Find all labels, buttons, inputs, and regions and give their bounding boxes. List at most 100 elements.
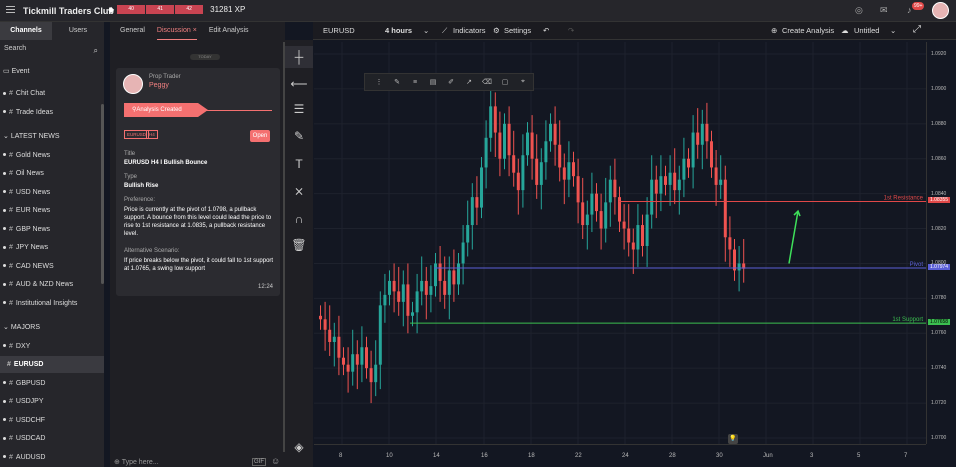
message-input[interactable]: ⊕ Type here... [114,458,159,466]
interval-selector[interactable]: 4 hours [385,26,412,35]
sidebar-channel[interactable]: # USDJPY [0,393,104,410]
tab-channels[interactable]: Channels [0,22,52,40]
drag-handle-icon[interactable]: ⋮ [370,78,388,86]
candle-body [516,172,520,191]
author-name[interactable]: Peggy [149,82,169,89]
search-icon[interactable]: ⌕ [94,46,98,56]
search-input[interactable]: Search ⌕ [4,45,100,58]
sidebar-channel[interactable]: # AUD & NZD News [0,276,104,293]
sidebar-channel[interactable]: # DXY [0,338,104,355]
fib-icon[interactable]: ☰ [285,98,313,120]
sidebar-channel[interactable]: # EUR News [0,202,104,219]
user-avatar[interactable] [932,2,949,19]
pen-icon[interactable]: ✎ [388,78,406,86]
price-chart[interactable]: 1st Resistance Pivot 1st Support [314,42,926,444]
hash-icon: # [7,361,11,368]
sidebar-channel[interactable]: # Trade Ideas [0,104,104,121]
pattern-icon[interactable]: ⨯ [285,180,313,202]
sidebar-item-event[interactable]: ▭ Event [0,63,104,80]
close-icon[interactable]: × [193,27,197,34]
sidebar-channel[interactable]: # Chit Chat [0,85,104,102]
candle-body [526,132,529,156]
candle-body [687,158,690,168]
crosshair-small-icon[interactable]: ⌖ [514,78,532,86]
eraser-icon[interactable]: ⌫ [478,78,496,86]
author-avatar[interactable] [123,74,143,94]
lines-icon[interactable]: ≡ [406,79,424,86]
candle-body [438,263,442,281]
status-badge: ⚲Analysis Created [124,103,208,117]
drawing-toolbar-floating: ⋮ ✎ ≡ ▤ ✐ ↗ ⌫ ▢ ⌖ [364,73,534,91]
analysis-type: Bullish Rise [124,183,159,189]
add-icon[interactable]: ⊕ [114,459,122,466]
sidebar-channel[interactable]: # GBP News [0,221,104,238]
chart-icon[interactable]: ▤ [424,78,442,86]
undo-icon[interactable]: ↶ [543,26,549,35]
sidebar-channel[interactable]: # EURUSD [0,356,104,373]
menu-icon[interactable] [6,6,15,15]
layout-name[interactable]: Untitled [854,26,879,35]
ray-icon[interactable]: ↗ [460,78,478,86]
unread-dot [3,455,6,459]
candle-body [710,141,713,168]
price-axis[interactable]: 1.0920 1.0900 1.0880 1.0860 1.0840 1.0820 1.08… [926,42,956,444]
bulb-icon[interactable]: 💡 [728,434,738,444]
level-label: 1st Resistance [884,195,924,201]
candle-body [369,368,373,383]
tab-general[interactable]: General [120,22,145,40]
sidebar-channel[interactable]: # AUDUSD [0,449,104,466]
mail-icon[interactable]: ✉ [880,5,888,16]
trash-icon[interactable]: 🗑 [285,234,313,256]
sidebar-channel[interactable]: # Institutional Insights [0,295,104,312]
chevron-down-icon[interactable]: ⌄ [890,26,896,35]
time-axis[interactable]: 8 10 14 16 18 22 24 28 30 Jun 3 5 7 [314,444,926,467]
brush-icon[interactable]: ✎ [285,125,313,147]
notification-badge: 99+ [912,2,925,10]
analysis-card: Prop Trader Peggy ⚲Analysis Created EURU… [116,68,280,296]
gif-button[interactable]: GIF [252,458,266,466]
fullscreen-icon[interactable]: ⤢ [913,24,921,35]
sidebar-channel[interactable]: # CAD NEWS [0,258,104,275]
tab-discussion[interactable]: Discussion × [156,22,197,40]
time-tick: 16 [481,453,488,459]
candle-body [378,305,382,365]
chevron-down-icon[interactable]: ⌄ [423,26,429,35]
candle-body [691,132,695,168]
section-header[interactable]: ⌄ MAJORS [0,319,104,336]
sidebar-channel[interactable]: # GBPUSD [0,375,104,392]
settings-button[interactable]: Settings [504,26,531,35]
frame-icon[interactable]: ▢ [496,78,514,86]
globe-icon[interactable]: ◎ [855,5,863,16]
section-header[interactable]: ⌄ LATEST NEWS [0,128,104,145]
sidebar-channel[interactable]: # USD News [0,184,104,201]
candle-body [521,155,525,191]
text-icon[interactable]: T [285,153,313,175]
trendline-icon[interactable]: ⟵ [285,73,313,95]
candle-body [535,158,539,185]
tab-users[interactable]: Users [52,22,104,40]
discussion-panel: General Discussion × Edit Analysis TODAY… [110,22,285,467]
candle-body [719,179,723,185]
layers-icon[interactable]: ◈ [285,436,313,458]
tab-edit-analysis[interactable]: Edit Analysis [209,22,249,40]
candle-body [645,214,649,246]
crosshair-icon[interactable]: ┼ [285,46,313,68]
sidebar-channel[interactable]: # USDCAD [0,430,104,447]
create-analysis-button[interactable]: Create Analysis [782,26,834,35]
symbol-selector[interactable]: EURUSD [323,26,355,35]
section-label: MAJORS [10,324,40,331]
sidebar-channel[interactable]: # JPY News [0,239,104,256]
sidebar-channel[interactable]: # Gold News [0,147,104,164]
indicators-button[interactable]: Indicators [453,26,486,35]
sidebar-scrollbar[interactable] [101,104,104,284]
sidebar-channel[interactable]: # Oil News [0,165,104,182]
sidebar-channel[interactable]: # USDCHF [0,412,104,429]
redo-icon[interactable]: ↷ [568,26,574,35]
candle-body [411,312,414,316]
open-button[interactable]: Open [250,130,270,142]
bell-icon[interactable]: ♪ [907,5,912,15]
chevron-down-icon: ⌄ [3,324,11,331]
draw-icon[interactable]: ✐ [442,78,460,86]
magnet-icon[interactable]: ∩ [285,208,313,230]
emoji-icon[interactable]: ☺ [271,456,280,466]
